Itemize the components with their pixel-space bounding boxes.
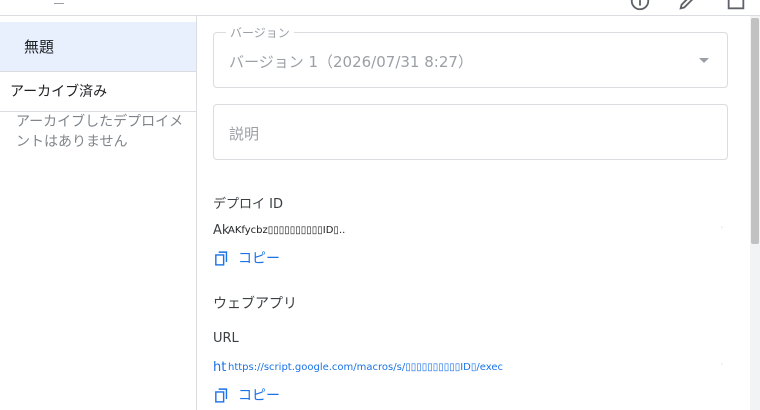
copy-deployment-id-button[interactable]: コピー: [213, 248, 280, 268]
copy-button-label: コピー: [238, 251, 280, 267]
version-label: バージョン: [226, 24, 294, 41]
archived-heading: アーカイブ済み: [10, 84, 108, 100]
open-in-new-icon[interactable]: [725, 0, 747, 12]
url-label: URL: [213, 331, 239, 346]
edit-icon[interactable]: [677, 0, 699, 12]
archived-empty-message: アーカイブしたデプロイメントはありません: [16, 114, 184, 150]
deployment-id-value[interactable]: AKfycbz▯▯▯▯▯▯▯▯▯▯ID▯..: [228, 225, 345, 236]
version-value: バージョン 1（2026/07/31 8:27）: [229, 53, 473, 71]
arrow-drop-down-icon: [699, 58, 709, 63]
webapp-url-link[interactable]: https://script.google.com/macros/s/▯▯▯▯▯…: [228, 362, 503, 373]
help-icon[interactable]: [629, 0, 651, 12]
sidebar-item-untitled[interactable]: 無題: [0, 22, 196, 71]
version-select[interactable]: バージョン バージョン 1（2026/07/31 8:27）: [213, 24, 728, 88]
deployment-id-row: Ak AKfycbz▯▯▯▯▯▯▯▯▯▯ID▯.. ': [213, 223, 723, 239]
deployment-id-label: デプロイ ID: [213, 197, 283, 212]
url-prefix: ht: [213, 360, 227, 375]
copy-icon: [213, 387, 230, 404]
copy-button-label: コピー: [238, 388, 280, 404]
copy-url-button[interactable]: コピー: [213, 385, 280, 405]
scrollbar-thumb[interactable]: [751, 18, 759, 244]
url-fade: ': [720, 362, 723, 371]
deployment-sidebar: 無題 アーカイブ済み アーカイブしたデプロイメントはありません: [0, 16, 197, 410]
top-bar-divider-fragment: [54, 0, 64, 4]
deployment-id-prefix: Ak: [213, 223, 230, 238]
scrollbar[interactable]: [750, 16, 760, 410]
sidebar-divider: [0, 71, 196, 72]
deployment-id-fade: ': [720, 225, 723, 234]
copy-icon: [213, 250, 230, 267]
deployment-details: バージョン バージョン 1（2026/07/31 8:27） 説明 デプロイ I…: [197, 16, 750, 410]
description-placeholder: 説明: [229, 125, 260, 143]
webapp-section-title: ウェブアプリ: [213, 296, 297, 312]
sidebar-item-label: 無題: [24, 38, 55, 56]
top-bar: [0, 0, 760, 16]
url-row: ht https://script.google.com/macros/s/▯▯…: [213, 360, 723, 376]
description-field[interactable]: 説明: [213, 104, 728, 160]
